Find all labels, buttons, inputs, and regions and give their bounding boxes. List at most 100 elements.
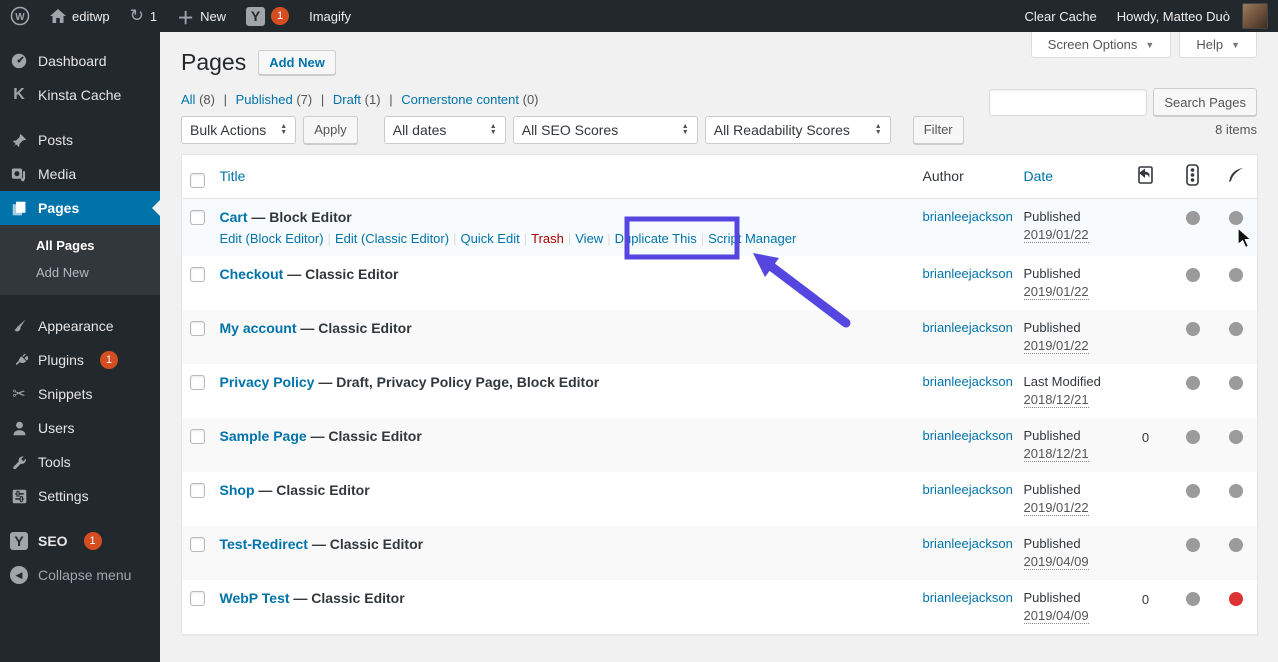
sidebar-item-seo[interactable]: Y SEO 1 [0, 524, 160, 558]
author-link[interactable]: brianleejackson [923, 266, 1015, 281]
screen-options-tab[interactable]: Screen Options ▼ [1030, 32, 1172, 58]
sort-title-header[interactable]: Title [220, 168, 246, 184]
apply-button[interactable]: Apply [303, 115, 358, 144]
seo-score-dot [1185, 321, 1200, 336]
sidebar-item-tools[interactable]: Tools [0, 445, 160, 479]
plugins-update-badge: 1 [99, 351, 118, 369]
sidebar-item-plugins[interactable]: Plugins 1 [0, 343, 160, 377]
page-title-link[interactable]: Cart [220, 209, 248, 225]
seo-score-dot [1185, 267, 1200, 282]
row-checkbox[interactable] [190, 374, 205, 390]
page-title-link[interactable]: WebP Test [220, 590, 290, 606]
view-draft-link[interactable]: Draft [333, 92, 361, 107]
updates-menu[interactable]: ↻ 1 [120, 0, 167, 32]
seo-notification-badge: 1 [83, 532, 102, 550]
page-title-link[interactable]: Privacy Policy [220, 374, 315, 390]
page-title-link[interactable]: Checkout [220, 266, 284, 282]
edit-block-editor-link[interactable]: Edit (Block Editor) [220, 231, 324, 246]
table-row: Sample Page — Classic Editor brianleejac… [181, 417, 1258, 472]
collapse-menu-button[interactable]: ◀ Collapse menu [0, 558, 160, 592]
select-arrows-icon: ▲ ▼ [280, 122, 288, 136]
row-actions: Edit (Block Editor) | Edit (Classic Editor… [219, 230, 797, 246]
avatar [1242, 3, 1268, 29]
table-row: Cart — Block Editor Edit (Block Editor) |… [181, 198, 1258, 256]
quick-edit-link[interactable]: Quick Edit [460, 231, 519, 246]
row-checkbox[interactable] [190, 266, 205, 282]
scissors-icon: ✂ [12, 386, 26, 403]
sidebar-item-users[interactable]: Users [0, 411, 160, 445]
filter-button[interactable]: Filter [912, 115, 964, 144]
publish-date: 2018/12/21 [1023, 445, 1089, 462]
imagify-menu[interactable]: Imagify [299, 0, 361, 32]
author-link[interactable]: brianleejackson [923, 374, 1015, 389]
wrench-icon [9, 454, 29, 471]
view-link[interactable]: View [575, 231, 603, 246]
edit-classic-editor-link[interactable]: Edit (Classic Editor) [335, 231, 449, 246]
seo-score-dot [1185, 591, 1200, 606]
sidebar-item-media[interactable]: Media [0, 157, 160, 191]
duplicate-this-link[interactable]: Duplicate This [615, 231, 697, 246]
readability-dot [1229, 537, 1244, 552]
modified-date: 2018/12/21 [1023, 391, 1089, 408]
author-link[interactable]: brianleejackson [923, 320, 1015, 335]
settings-icon [9, 488, 29, 505]
add-new-button[interactable]: Add New [258, 50, 336, 76]
view-published-link[interactable]: Published [236, 92, 293, 107]
author-link[interactable]: brianleejackson [923, 209, 1015, 224]
help-tab[interactable]: Help ▼ [1179, 32, 1257, 58]
script-manager-link[interactable]: Script Manager [708, 231, 796, 246]
sort-date-header[interactable]: Date [1024, 168, 1054, 184]
sidebar-item-settings[interactable]: Settings [0, 479, 160, 513]
wordpress-logo: W [10, 6, 30, 26]
sidebar-item-dashboard[interactable]: Dashboard [0, 44, 160, 78]
row-checkbox[interactable] [190, 482, 205, 498]
seo-scores-filter-select[interactable]: All SEO Scores ▲ ▼ [512, 115, 698, 144]
clear-cache-button[interactable]: Clear Cache [1015, 0, 1107, 32]
wordpress-menu[interactable]: W [0, 0, 40, 32]
view-cornerstone-link[interactable]: Cornerstone content [401, 92, 519, 107]
table-row: Shop — Classic Editor brianleejackson Pu… [182, 472, 1258, 526]
row-checkbox[interactable] [190, 536, 205, 552]
author-link[interactable]: brianleejackson [923, 536, 1015, 551]
sidebar-item-kinsta-cache[interactable]: K Kinsta Cache [0, 78, 160, 112]
yoast-icon: Y [9, 532, 29, 550]
search-pages-button[interactable]: Search Pages [1153, 88, 1257, 116]
readability-dot [1229, 375, 1244, 390]
sidebar-item-pages[interactable]: Pages [0, 191, 160, 225]
sidebar-item-all-pages[interactable]: All Pages [0, 232, 160, 259]
site-name-menu[interactable]: editwp [40, 0, 120, 32]
page-title-link[interactable]: Shop [220, 482, 255, 498]
dates-filter-select[interactable]: All dates ▲ ▼ [383, 115, 506, 144]
seo-score-dot [1185, 375, 1200, 390]
sidebar-item-posts[interactable]: Posts [0, 123, 160, 157]
page-title-link[interactable]: Test-Redirect [220, 536, 308, 552]
home-icon [50, 8, 66, 24]
page-title-link[interactable]: Sample Page [220, 428, 307, 444]
search-input[interactable] [989, 88, 1148, 116]
my-account-menu[interactable]: Howdy, Matteo Duò [1107, 0, 1278, 32]
row-checkbox[interactable] [190, 590, 205, 606]
sidebar-item-snippets[interactable]: ✂ Snippets [0, 377, 160, 411]
row-checkbox[interactable] [190, 428, 205, 444]
new-content-menu[interactable]: ＋ New [167, 0, 236, 32]
yoast-menu[interactable]: Y 1 [236, 0, 299, 32]
author-link[interactable]: brianleejackson [923, 482, 1015, 497]
trash-link[interactable]: Trash [531, 231, 564, 246]
site-name: editwp [72, 8, 110, 24]
view-all-link[interactable]: All [181, 92, 195, 107]
readability-scores-filter-select[interactable]: All Readability Scores ▲ ▼ [704, 115, 891, 144]
author-link[interactable]: brianleejackson [923, 590, 1015, 605]
sidebar-item-appearance[interactable]: Appearance [0, 309, 160, 343]
select-all-checkbox[interactable] [190, 172, 205, 188]
new-label: New [200, 8, 227, 24]
admin-bar: W editwp ↻ 1 ＋ New Y 1 Imagify Clear Cac… [0, 0, 1278, 32]
page-title-link[interactable]: My account [220, 320, 297, 336]
readability-dot [1229, 483, 1244, 498]
row-checkbox[interactable] [190, 209, 205, 225]
sidebar-item-add-new[interactable]: Add New [0, 259, 160, 286]
row-checkbox[interactable] [190, 320, 205, 336]
chevron-down-icon: ▼ [1145, 39, 1155, 50]
bulk-actions-select[interactable]: Bulk Actions ▲ ▼ [181, 115, 297, 144]
readability-icon [1229, 167, 1244, 182]
author-link[interactable]: brianleejackson [923, 428, 1015, 443]
